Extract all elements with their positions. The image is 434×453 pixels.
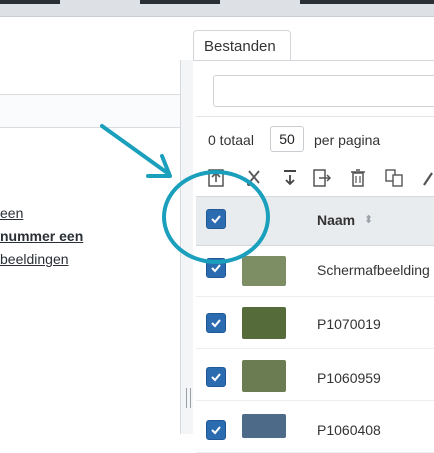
- splitter-grip[interactable]: [186, 388, 191, 408]
- tab-label: Bestanden: [204, 38, 276, 55]
- left-panel: [0, 60, 181, 434]
- per-page-label: per pagina: [314, 132, 381, 148]
- row-checkbox[interactable]: [206, 420, 226, 440]
- export-icon[interactable]: [312, 168, 334, 190]
- left-link-beeldingen[interactable]: beeldingen: [0, 251, 69, 267]
- row-checkbox[interactable]: [206, 313, 226, 333]
- top-bar-segment: [300, 0, 434, 4]
- copy-icon[interactable]: [384, 168, 406, 190]
- page-size-input[interactable]: 50: [270, 126, 304, 152]
- sort-icon[interactable]: ⬍: [364, 213, 373, 226]
- left-link-een[interactable]: een: [0, 205, 23, 221]
- table-row[interactable]: [196, 348, 434, 401]
- tab-bestanden[interactable]: Bestanden: [193, 30, 291, 61]
- left-link-nummer-een[interactable]: nummer een: [0, 228, 83, 244]
- file-name[interactable]: P1060959: [317, 370, 381, 386]
- file-name[interactable]: P1070019: [317, 316, 381, 332]
- divider: [196, 116, 434, 117]
- file-name[interactable]: P1060408: [317, 422, 381, 438]
- annotation-arrow-icon: [100, 124, 172, 178]
- table-row[interactable]: [196, 296, 434, 349]
- file-thumbnail: [242, 360, 286, 392]
- total-count: 0 totaal: [208, 132, 254, 148]
- trash-icon[interactable]: [348, 168, 370, 190]
- download-icon[interactable]: [280, 168, 302, 190]
- file-thumbnail: [242, 256, 286, 286]
- row-checkbox[interactable]: [206, 367, 226, 387]
- top-bar-segment: [0, 0, 60, 4]
- file-thumbnail: [242, 307, 286, 339]
- file-thumbnail: [242, 414, 286, 438]
- top-bar-segment: [140, 0, 220, 4]
- top-bar: [0, 0, 434, 17]
- table-row[interactable]: [196, 400, 434, 453]
- column-header-naam[interactable]: Naam: [317, 212, 355, 228]
- edit-icon[interactable]: [420, 168, 434, 190]
- search-input[interactable]: [213, 75, 434, 107]
- file-name[interactable]: Schermafbeelding: [317, 262, 430, 278]
